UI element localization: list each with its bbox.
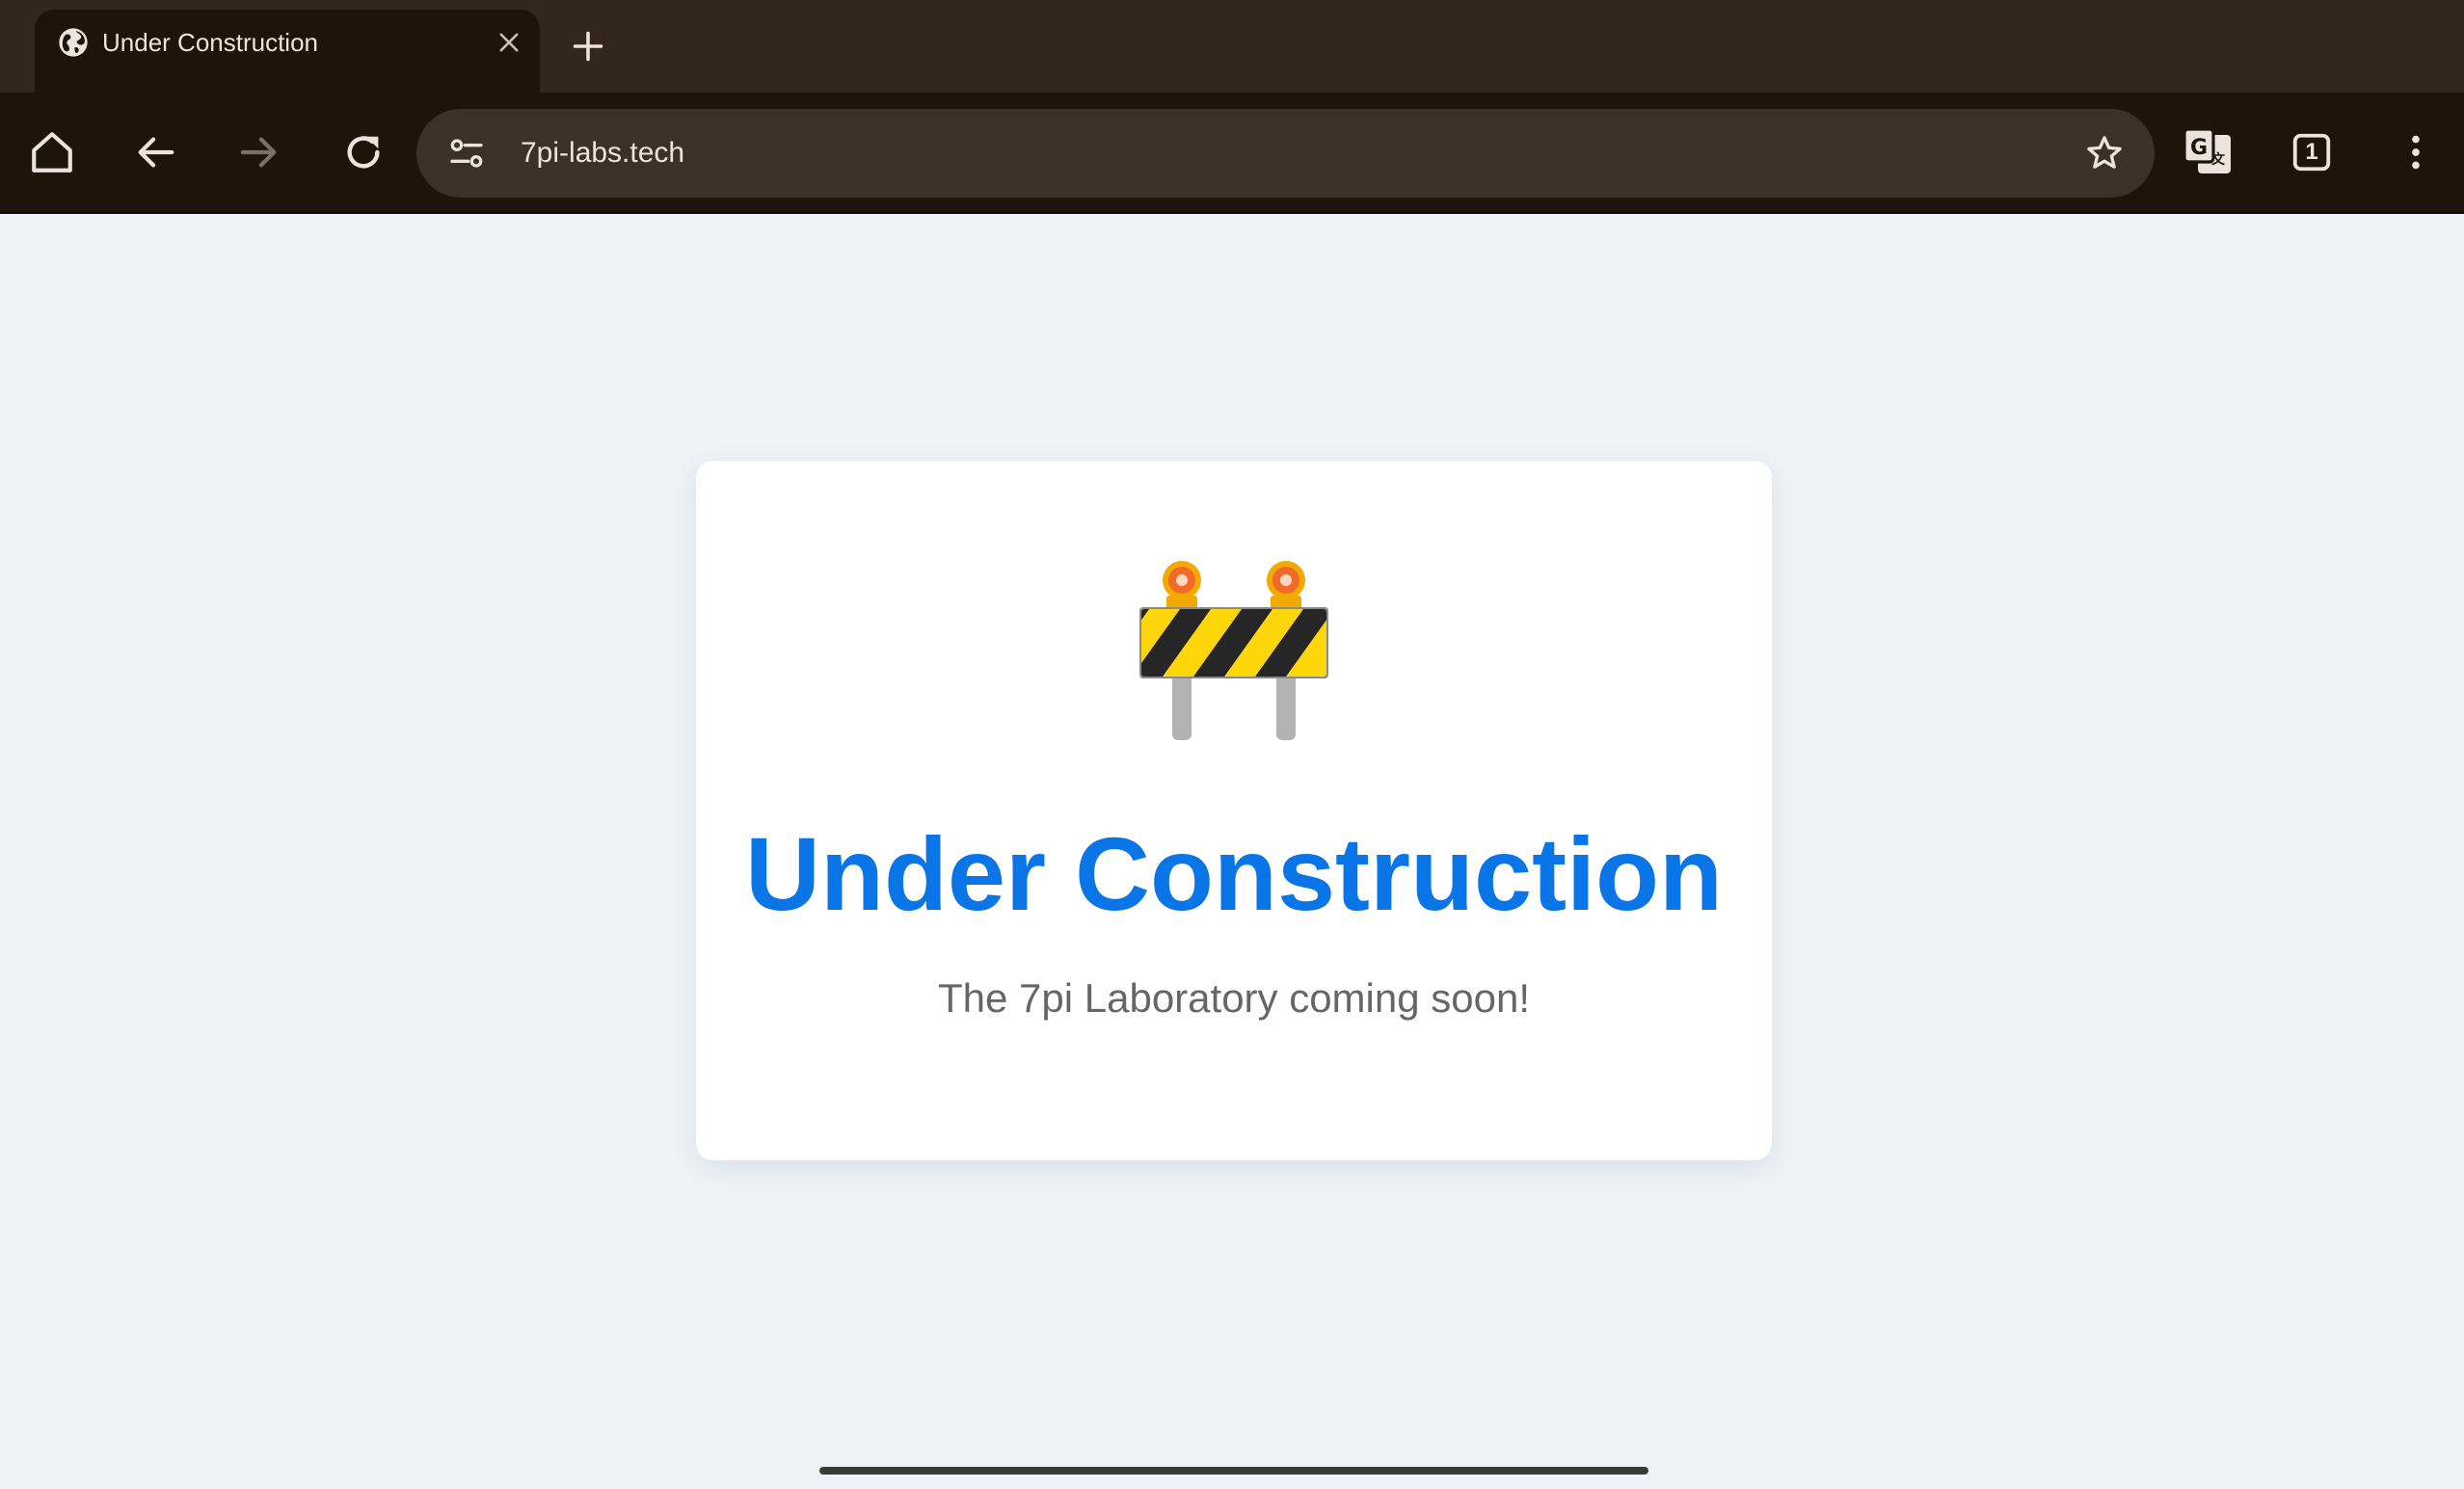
construction-card: Under Construction The 7pi Laboratory co…: [696, 461, 1772, 1160]
home-icon: [32, 132, 72, 173]
reload-button[interactable]: [333, 121, 394, 183]
reload-icon: [347, 136, 380, 169]
gesture-home-indicator[interactable]: [819, 1467, 1648, 1475]
site-settings-icon[interactable]: [447, 134, 486, 173]
page-heading: Under Construction: [745, 815, 1723, 932]
tab-count: 1: [2305, 139, 2318, 165]
url-text[interactable]: 7pi-labs.tech: [521, 109, 684, 198]
page-subtext: The 7pi Laboratory coming soon!: [937, 975, 1531, 1021]
overflow-menu-button[interactable]: [2385, 121, 2447, 183]
forward-button[interactable]: [228, 121, 290, 183]
close-icon: [499, 33, 519, 52]
translate-button[interactable]: G 文: [2177, 121, 2238, 183]
back-button[interactable]: [124, 121, 186, 183]
tab-switcher-button[interactable]: 1: [2281, 121, 2343, 183]
bookmark-star-icon: [2087, 136, 2122, 169]
globe-icon: [59, 28, 88, 57]
browser-toolbar: 7pi-labs.tech G 文 1: [0, 93, 2464, 214]
address-bar[interactable]: 7pi-labs.tech: [416, 109, 2155, 198]
translate-icon: G 文: [2183, 127, 2231, 173]
home-button[interactable]: [21, 121, 83, 183]
overflow-menu-icon: [2412, 135, 2420, 170]
active-tab[interactable]: Under Construction: [35, 10, 540, 93]
new-tab-button[interactable]: [565, 23, 611, 69]
tab-title: Under Construction: [102, 28, 318, 57]
svg-text:文: 文: [2211, 151, 2226, 168]
bookmark-button[interactable]: [2081, 130, 2128, 176]
forward-arrow-icon: [240, 137, 277, 168]
back-arrow-icon: [138, 137, 174, 168]
plus-icon: [573, 31, 603, 62]
page-viewport: Under Construction The 7pi Laboratory co…: [0, 214, 2464, 1489]
close-tab-button[interactable]: [490, 23, 528, 62]
construction-barrier-icon: [1139, 561, 1328, 740]
svg-text:G: G: [2190, 136, 2208, 160]
tab-strip: Under Construction: [0, 0, 2464, 93]
